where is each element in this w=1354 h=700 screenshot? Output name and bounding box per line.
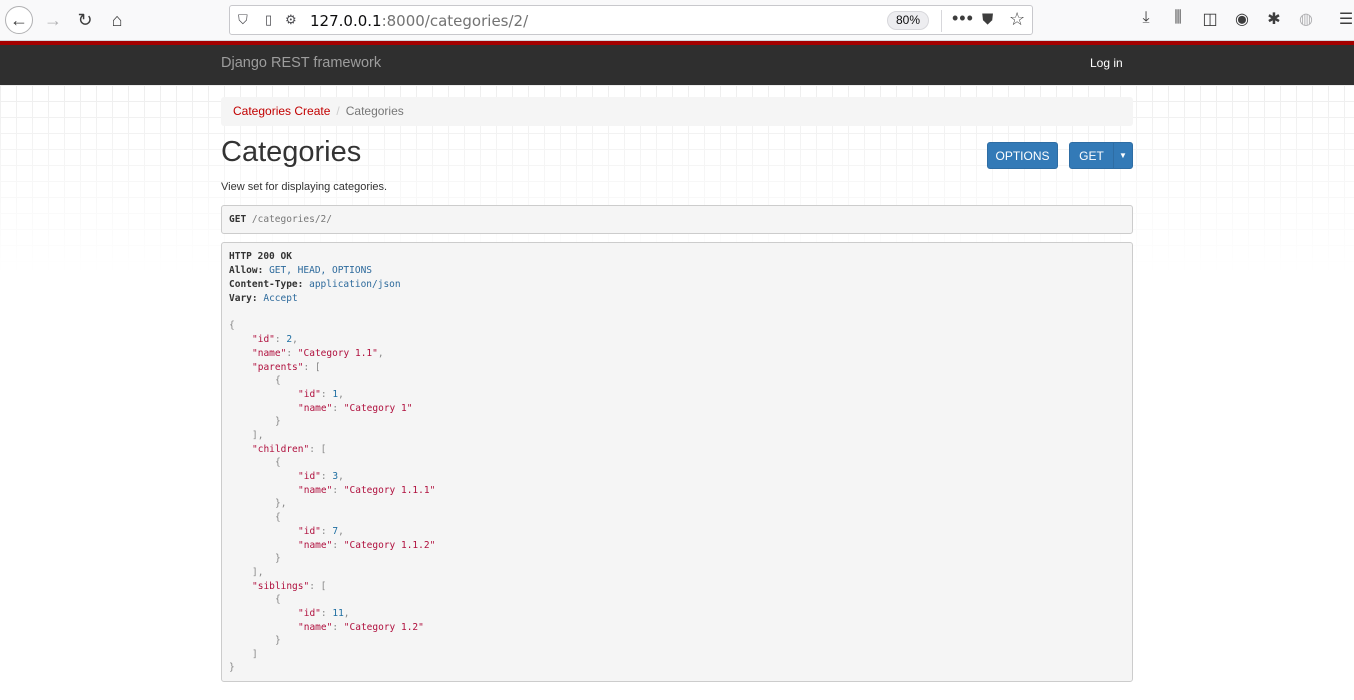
url-bar[interactable]: ⛉ ▯ ⚙ 127.0.0.1:8000/categories/2/ 80% •… — [229, 5, 1033, 35]
zoom-level-badge[interactable]: 80% — [887, 11, 929, 30]
breadcrumb-link[interactable]: Categories Create — [233, 104, 330, 118]
json-line: "id": 2, — [252, 334, 298, 345]
json-line: "children": [ — [252, 444, 327, 455]
json-line: "parents": [ — [252, 362, 321, 373]
json-line: { — [275, 594, 281, 605]
library-icon[interactable]: ⫼ — [1167, 9, 1189, 27]
navbar: Django REST framework Log in — [0, 45, 1354, 85]
menu-icon[interactable]: ☰ — [1335, 9, 1354, 29]
response-header: Content-Type: application/json — [229, 279, 401, 290]
json-line: "id": 11, — [298, 608, 350, 619]
breadcrumb: Categories Create / Categories — [221, 97, 1133, 126]
url-text[interactable]: 127.0.0.1:8000/categories/2/ — [310, 12, 528, 30]
brand-link[interactable]: Django REST framework — [221, 55, 381, 71]
response-header: Vary: Accept — [229, 293, 298, 304]
json-line: } — [275, 635, 281, 646]
json-line: "id": 7, — [298, 526, 344, 537]
request-path: /categories/2/ — [251, 214, 332, 225]
shield-icon[interactable]: ⛉ — [238, 12, 248, 28]
reload-icon[interactable]: ↻ — [71, 6, 99, 34]
extension-icon[interactable]: ✱ — [1263, 9, 1285, 29]
options-button[interactable]: OPTIONS — [987, 142, 1058, 169]
get-button[interactable]: GET — [1069, 142, 1114, 169]
json-line: } — [275, 553, 281, 564]
sidebar-icon[interactable]: ◫ — [1199, 9, 1221, 29]
breadcrumb-separator: / — [336, 104, 340, 118]
json-line: } — [229, 662, 235, 673]
json-line: "name": "Category 1.1.2" — [298, 540, 436, 551]
json-line: { — [229, 320, 235, 331]
account-icon[interactable]: ◉ — [1231, 9, 1253, 29]
login-link[interactable]: Log in — [1090, 56, 1123, 70]
breadcrumb-current: Categories — [345, 104, 404, 118]
json-line: "id": 3, — [298, 471, 344, 482]
json-line: { — [275, 375, 281, 386]
response-header: Allow: GET, HEAD, OPTIONS — [229, 265, 373, 276]
json-line: "name": "Category 1.1.1" — [298, 485, 436, 496]
more-actions-icon[interactable]: ••• — [952, 8, 974, 29]
browser-toolbar: ← → ↻ ⌂ ⛉ ▯ ⚙ 127.0.0.1:8000/categories/… — [0, 0, 1354, 41]
get-format-dropdown-button[interactable]: ▼ — [1113, 142, 1133, 169]
json-line: { — [275, 512, 281, 523]
json-line: } — [275, 416, 281, 427]
pocket-icon[interactable]: ⛊ — [982, 11, 993, 28]
json-line: ], — [252, 567, 264, 578]
page-icon[interactable]: ▯ — [265, 12, 272, 28]
json-line: "siblings": [ — [252, 581, 327, 592]
download-icon[interactable]: ⤓ — [1135, 9, 1157, 27]
json-line: }, — [275, 498, 287, 509]
caret-down-icon: ▼ — [1119, 151, 1127, 160]
response-status: HTTP 200 OK — [229, 251, 292, 262]
home-icon[interactable]: ⌂ — [103, 6, 131, 34]
json-line: { — [275, 457, 281, 468]
json-line: "name": "Category 1" — [298, 403, 413, 414]
json-line: ], — [252, 430, 264, 441]
page-description: View set for displaying categories. — [221, 181, 388, 193]
permissions-icon[interactable]: ⚙ — [285, 12, 297, 28]
back-icon[interactable]: ← — [5, 6, 33, 34]
page-title: Categories — [221, 136, 362, 168]
response-info: HTTP 200 OK Allow: GET, HEAD, OPTIONS Co… — [221, 242, 1133, 682]
json-line: ] — [252, 649, 258, 660]
json-line: "name": "Category 1.1", — [252, 348, 384, 359]
divider — [941, 10, 942, 32]
bookmark-star-icon[interactable]: ☆ — [1009, 9, 1025, 30]
forward-icon[interactable]: → — [39, 6, 67, 34]
json-line: "id": 1, — [298, 389, 344, 400]
json-line: "name": "Category 1.2" — [298, 622, 424, 633]
request-info: GET /categories/2/ — [221, 205, 1133, 234]
request-method: GET — [229, 214, 247, 225]
globe-icon[interactable]: ◍ — [1295, 9, 1317, 29]
